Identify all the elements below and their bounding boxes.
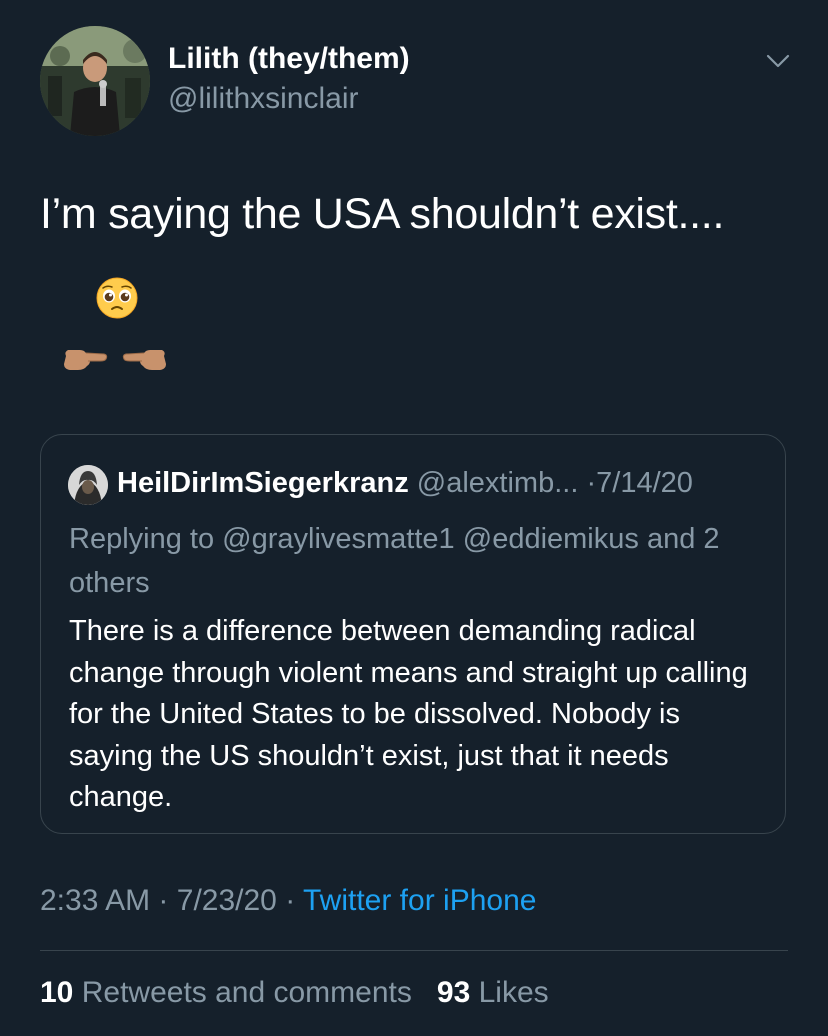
tweet-time: 2:33 AM	[40, 884, 151, 917]
quoted-handle[interactable]: @alextimb...	[417, 467, 579, 499]
tweet-text: I’m saying the USA shouldn’t exist....	[40, 190, 725, 238]
tweet-meta: 2:33 AM · 7/23/20 · Twitter for iPhone	[40, 884, 536, 918]
quoted-tweet-card[interactable]: HeilDirImSiegerkranz @alextimb... ·7/14/…	[40, 434, 786, 834]
likes-label: Likes	[478, 976, 549, 1009]
retweets-stat[interactable]: 10 Retweets and comments	[40, 976, 412, 1009]
likes-stat[interactable]: 93 Likes	[437, 976, 549, 1009]
divider	[40, 950, 788, 951]
meta-separator: ·	[158, 884, 169, 917]
profile-photo	[40, 26, 150, 136]
likes-count: 93	[436, 976, 471, 1009]
engagement-stats: 10 Retweets and comments 93 Likes	[40, 976, 549, 1010]
retweets-count: 10	[40, 976, 74, 1009]
mention-link[interactable]: @eddiemikus	[463, 523, 639, 555]
author-handle[interactable]: @lilithxsinclair	[168, 82, 359, 116]
chevron-down-icon[interactable]	[760, 46, 796, 76]
author-avatar[interactable]	[40, 26, 150, 136]
index-fingers-pointing-icon	[60, 342, 170, 376]
quoted-replying-to: Replying to @graylivesmatte1 @eddiemikus…	[69, 517, 769, 605]
quoted-author-avatar[interactable]	[68, 465, 108, 505]
meta-separator: ·	[285, 884, 296, 917]
quoted-profile-photo	[68, 465, 108, 505]
retweets-label: Retweets and comments	[81, 976, 412, 1009]
author-display-name[interactable]: Lilith (they/them)	[168, 42, 410, 76]
pleading-face-icon	[95, 276, 139, 320]
quoted-display-name[interactable]: HeilDirImSiegerkranz	[117, 467, 409, 499]
quoted-header: HeilDirImSiegerkranz @alextimb... ·7/14/…	[117, 465, 693, 501]
quoted-date: 7/14/20	[596, 467, 693, 499]
source-link[interactable]: Twitter for iPhone	[303, 884, 536, 917]
quoted-tweet-text: There is a difference between demanding …	[69, 615, 748, 813]
quoted-separator: ·	[586, 467, 597, 499]
mention-link[interactable]: @graylivesmatte1	[222, 523, 455, 555]
replying-label: Replying to	[69, 523, 215, 555]
tweet-date: 7/23/20	[176, 884, 277, 917]
